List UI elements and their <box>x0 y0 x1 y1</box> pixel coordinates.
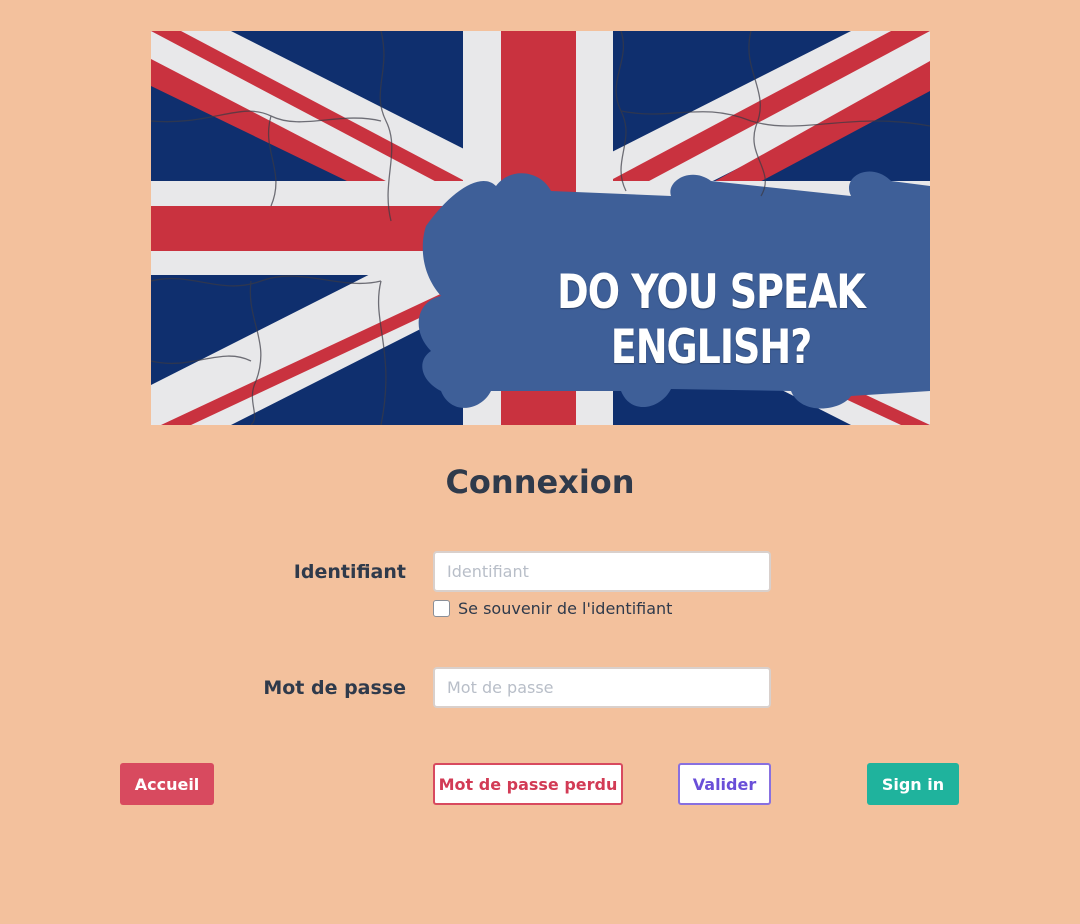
sign-in-button[interactable]: Sign in <box>867 763 959 805</box>
password-input[interactable] <box>433 667 771 708</box>
remember-label: Se souvenir de l'identifiant <box>458 598 673 618</box>
identifiant-input[interactable] <box>433 551 771 592</box>
remember-identifiant[interactable]: Se souvenir de l'identifiant <box>433 598 672 618</box>
lost-password-button[interactable]: Mot de passe perdu <box>433 763 623 805</box>
banner-headline: DO YOU SPEAK ENGLISH? <box>557 264 866 374</box>
identifiant-label: Identifiant <box>293 561 406 583</box>
page-title: Connexion <box>445 463 635 501</box>
validate-button[interactable]: Valider <box>678 763 771 805</box>
union-jack-puzzle-image: DO YOU SPEAK ENGLISH? <box>151 31 930 425</box>
home-button[interactable]: Accueil <box>120 763 214 805</box>
remember-checkbox[interactable] <box>433 599 450 617</box>
password-label: Mot de passe <box>263 677 406 699</box>
